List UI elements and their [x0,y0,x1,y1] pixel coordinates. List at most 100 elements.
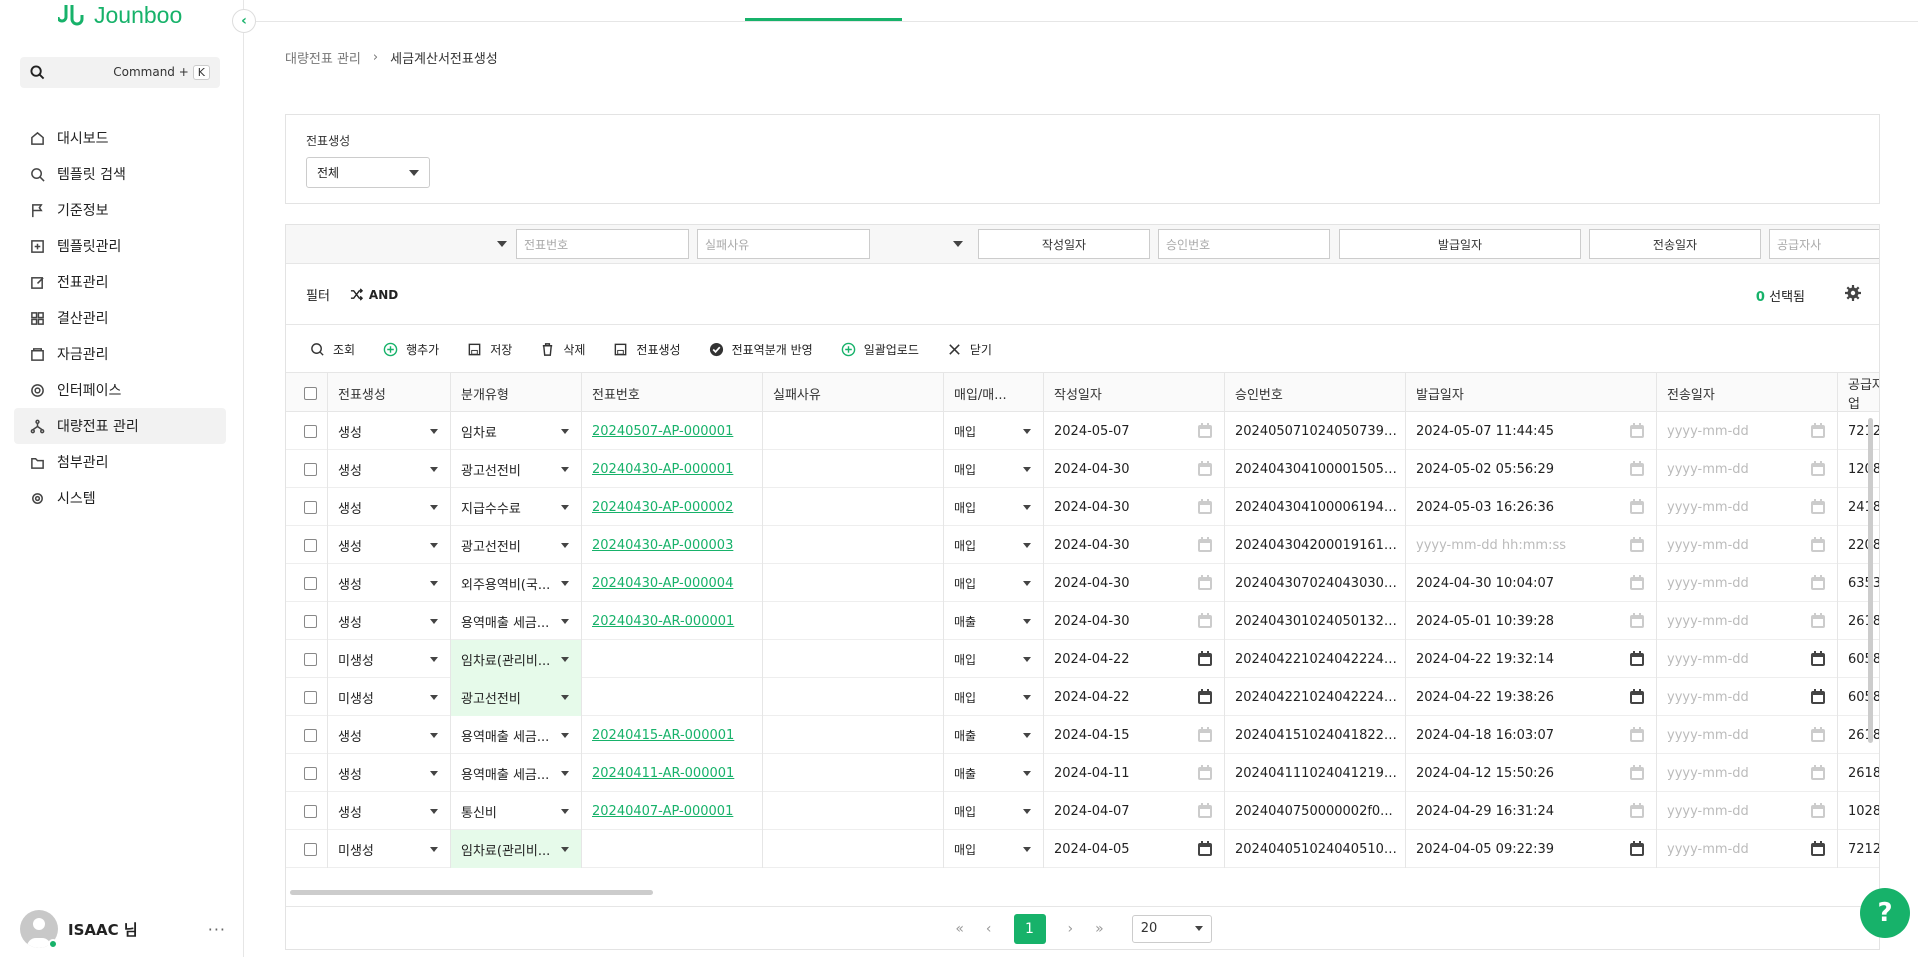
checkbox-cell[interactable] [286,526,328,564]
approval-no-cell[interactable]: 2024043041000015050... [1225,450,1406,488]
status-select[interactable]: 생성 [328,792,451,830]
calendar-icon[interactable] [1628,650,1646,668]
voucher-link[interactable]: 20240430-AP-000003 [592,538,733,553]
checkbox-cell[interactable] [286,412,328,450]
voucher-link[interactable]: 20240507-AP-000001 [592,424,733,439]
column-header[interactable]: 작성일자 [1044,373,1225,413]
fail-reason-cell[interactable] [763,716,944,754]
calendar-icon[interactable] [1196,574,1214,592]
table-row[interactable]: 생성 용역매출 세금... 20240411-AR-000001 매출 2024-04-… [286,754,1879,792]
calendar-icon[interactable] [1628,574,1646,592]
issue-date-filter[interactable]: 발급일자 [1339,229,1581,259]
voucher-link[interactable]: 20240430-AP-000004 [592,576,733,591]
table-row[interactable]: 미생성 임차료(관리비... 매입 2024-04-22 202404221024042… [286,640,1879,678]
column-header[interactable]: 승인번호 [1225,373,1406,413]
issue-date-cell[interactable]: 2024-05-07 11:44:45 [1406,412,1657,450]
table-row[interactable]: 미생성 임차료(관리비... 매입 2024-04-05 202404051024040… [286,830,1879,868]
calendar-icon[interactable] [1196,726,1214,744]
table-row[interactable]: 생성 광고선전비 20240430-AP-000001 매입 2024-04-30 202… [286,450,1879,488]
calendar-icon[interactable] [1809,840,1827,858]
supplier-cell[interactable]: 60582 [1838,678,1879,716]
calendar-icon[interactable] [1809,574,1827,592]
calendar-icon[interactable] [1196,422,1214,440]
issue-date-cell[interactable]: 2024-04-22 19:38:26 [1406,678,1657,716]
next-page-icon[interactable]: › [1068,921,1074,937]
buysell-select[interactable]: 매출 [944,602,1044,640]
fail-reason-cell[interactable] [763,640,944,678]
approval-no-cell[interactable]: 2024050710240507390... [1225,412,1406,450]
fail-reason-cell[interactable] [763,678,944,716]
table-row[interactable]: 생성 광고선전비 20240430-AP-000003 매입 2024-04-30 202… [286,526,1879,564]
add-row-button[interactable]: 행추가 [383,341,439,358]
column-header[interactable]: 발급일자 [1406,373,1657,413]
row-checkbox[interactable] [304,690,317,704]
send-date-cell[interactable]: yyyy-mm-dd [1657,754,1838,792]
buysell-select[interactable]: 매입 [944,640,1044,678]
fail-reason-cell[interactable] [763,602,944,640]
calendar-icon[interactable] [1628,536,1646,554]
command-search[interactable]: Command + K [20,57,220,88]
row-checkbox[interactable] [304,766,317,780]
journal-type-select[interactable]: 임차료 [451,412,582,450]
sidebar-item[interactable]: 대량전표 관리 [14,408,226,444]
checkbox-cell[interactable] [286,488,328,526]
issue-date-cell[interactable]: 2024-04-22 19:32:14 [1406,640,1657,678]
write-date-cell[interactable]: 2024-04-15 [1044,716,1225,754]
calendar-icon[interactable] [1628,498,1646,516]
calendar-icon[interactable] [1628,802,1646,820]
prev-page-icon[interactable]: ‹ [986,921,992,937]
buysell-select[interactable]: 매입 [944,830,1044,868]
journal-type-select[interactable]: 용역매출 세금... [451,716,582,754]
buysell-select[interactable]: 매입 [944,412,1044,450]
calendar-icon[interactable] [1809,764,1827,782]
send-date-cell[interactable]: yyyy-mm-dd [1657,640,1838,678]
checkbox-cell[interactable] [286,830,328,868]
write-date-filter[interactable]: 작성일자 [978,229,1150,259]
approval-no-cell[interactable]: 2024043042000191610... [1225,526,1406,564]
calendar-icon[interactable] [1196,802,1214,820]
buysell-select[interactable]: 매입 [944,488,1044,526]
approval-no-cell[interactable]: 2024043070240430300... [1225,564,1406,602]
voucher-no-filter[interactable]: 전표번호 [516,229,689,259]
status-filter-select[interactable] [286,229,514,259]
issue-date-cell[interactable]: 2024-04-12 15:50:26 [1406,754,1657,792]
calendar-icon[interactable] [1196,840,1214,858]
calendar-icon[interactable] [1628,460,1646,478]
fail-reason-cell[interactable] [763,450,944,488]
checkbox-cell[interactable] [286,754,328,792]
horizontal-scrollbar[interactable] [290,890,653,895]
write-date-cell[interactable]: 2024-04-22 [1044,640,1225,678]
status-select[interactable]: 생성 [328,412,451,450]
voucher-status-select[interactable]: 전체 [306,157,430,188]
calendar-icon[interactable] [1809,498,1827,516]
table-row[interactable]: 생성 임차료 20240507-AP-000001 매입 2024-05-07 20240… [286,412,1879,450]
fail-reason-filter[interactable]: 실패사유 [697,229,870,259]
approval-no-cell[interactable]: 2024041110240412198... [1225,754,1406,792]
fail-reason-cell[interactable] [763,526,944,564]
breadcrumb-parent[interactable]: 대량전표 관리 [285,48,361,67]
approval-no-cell[interactable]: 2024043010240501320... [1225,602,1406,640]
supplier-cell[interactable]: 26181 [1838,754,1879,792]
journal-type-select[interactable]: 용역매출 세금... [451,754,582,792]
buysell-select[interactable]: 매입 [944,526,1044,564]
write-date-cell[interactable]: 2024-04-30 [1044,602,1225,640]
and-toggle-button[interactable]: AND [350,288,398,302]
row-checkbox[interactable] [304,424,317,438]
send-date-filter[interactable]: 전송일자 [1589,229,1761,259]
calendar-icon[interactable] [1809,536,1827,554]
write-date-cell[interactable]: 2024-04-07 [1044,792,1225,830]
approval-no-filter[interactable]: 승인번호 [1158,229,1330,259]
sidebar-item[interactable]: 템플릿관리 [14,228,226,264]
checkbox-cell[interactable] [286,602,328,640]
write-date-cell[interactable]: 2024-04-30 [1044,450,1225,488]
approval-no-cell[interactable]: 2024041510240418220... [1225,716,1406,754]
calendar-icon[interactable] [1196,460,1214,478]
checkbox-cell[interactable] [286,716,328,754]
voucher-link[interactable]: 20240430-AP-000002 [592,500,733,515]
fail-reason-cell[interactable] [763,412,944,450]
checkbox-cell[interactable] [286,678,328,716]
last-page-icon[interactable]: » [1095,921,1104,937]
table-row[interactable]: 생성 통신비 20240407-AP-000001 매입 2024-04-07 20240… [286,792,1879,830]
buysell-select[interactable]: 매입 [944,450,1044,488]
voucher-link[interactable]: 20240415-AR-000001 [592,728,734,743]
